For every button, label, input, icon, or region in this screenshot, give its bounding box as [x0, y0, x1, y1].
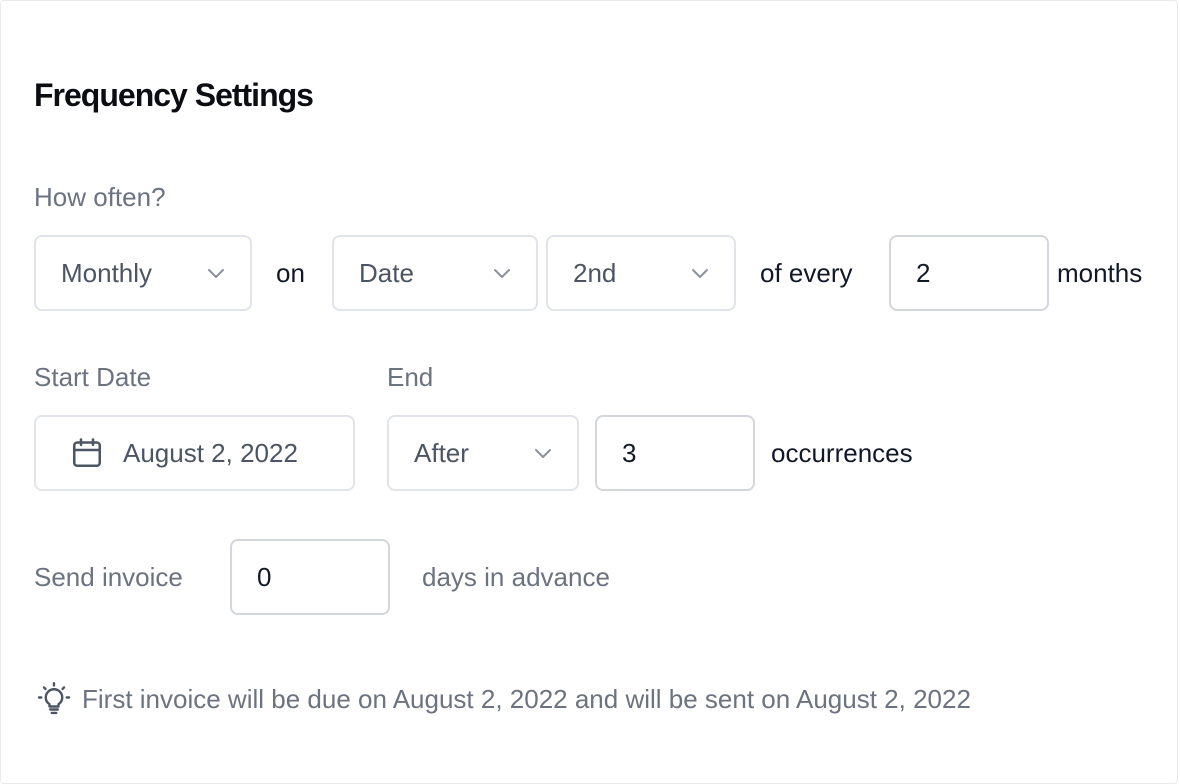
occurrences-input-value: 3 — [622, 437, 637, 468]
days-advance-input-value: 0 — [257, 561, 272, 592]
day-type-select[interactable]: Date — [332, 235, 538, 311]
chevron-down-icon — [208, 269, 224, 278]
frequency-settings-card: Frequency Settings How often? Monthly on… — [0, 0, 1178, 784]
period-select-value: Monthly — [61, 257, 153, 288]
day-select-value: 2nd — [573, 257, 617, 288]
end-mode-select-value: After — [414, 437, 469, 468]
period-select[interactable]: Monthly — [34, 235, 252, 311]
months-text: months — [1057, 258, 1143, 288]
send-invoice-label: Send invoice — [34, 562, 183, 592]
chevron-down-icon — [535, 449, 551, 458]
chevron-down-icon — [494, 269, 510, 278]
on-text: on — [276, 258, 305, 288]
lightbulb-icon — [37, 682, 71, 715]
start-date-label: Start Date — [34, 362, 152, 392]
start-date-value: August 2, 2022 — [123, 437, 298, 468]
interval-input[interactable]: 2 — [889, 235, 1049, 311]
day-select[interactable]: 2nd — [546, 235, 736, 311]
chevron-down-icon — [692, 269, 708, 278]
invoice-hint: First invoice will be due on August 2, 2… — [36, 681, 971, 717]
days-in-advance-text: days in advance — [422, 562, 610, 592]
how-often-label: How often? — [34, 182, 166, 212]
of-every-text: of every — [760, 258, 853, 288]
hint-text: First invoice will be due on August 2, 2… — [82, 683, 971, 714]
occurrences-text: occurrences — [771, 438, 913, 468]
day-type-select-value: Date — [359, 257, 414, 288]
end-label: End — [387, 362, 434, 392]
interval-input-value: 2 — [916, 257, 931, 288]
days-advance-input[interactable]: 0 — [230, 539, 390, 615]
end-mode-select[interactable]: After — [387, 415, 579, 491]
start-date-picker[interactable]: August 2, 2022 — [34, 415, 355, 491]
occurrences-input[interactable]: 3 — [595, 415, 755, 491]
section-title: Frequency Settings — [34, 77, 314, 113]
calendar-icon — [72, 438, 102, 468]
